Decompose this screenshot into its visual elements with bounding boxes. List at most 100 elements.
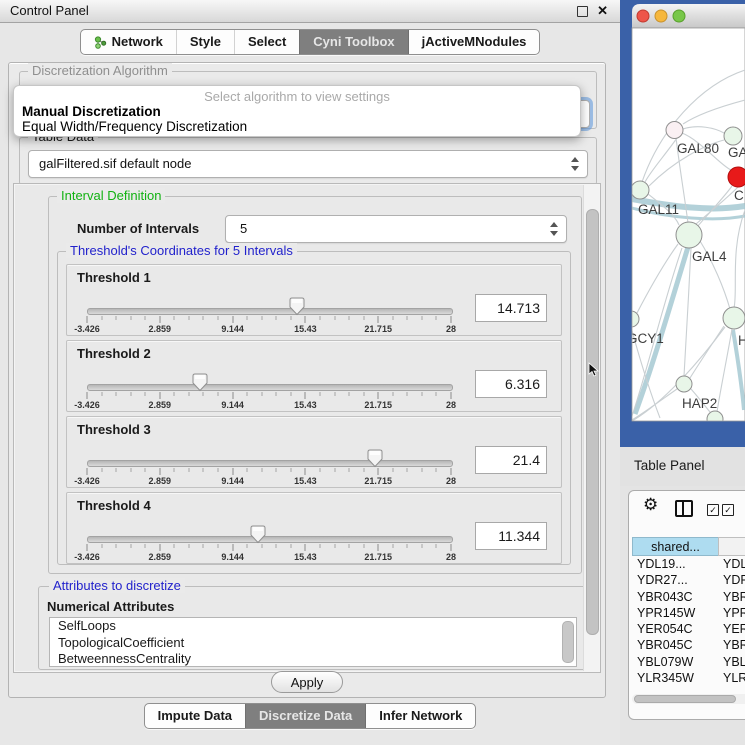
table-row[interactable]: YBR043CYBR0	[632, 589, 745, 605]
network-node-label: GCY1	[627, 331, 664, 346]
slider-tick-labels: -3.4262.8599.14415.4321.71528	[87, 476, 451, 486]
threshold-label: Threshold 3	[77, 422, 151, 437]
split-columns-icon[interactable]	[675, 500, 693, 517]
thresholds-group: Threshold's Coordinates for 5 Intervals …	[57, 251, 571, 565]
threshold-panel-1: Threshold 1 -3.4262.8599.14415.4321.71528…	[66, 264, 562, 336]
close-icon[interactable]: ✕	[597, 3, 608, 19]
application-window: Control Panel ✕ NetworkStyleSelectCyni T…	[0, 0, 745, 745]
tab-discretize-data[interactable]: Discretize Data	[245, 704, 365, 728]
column-header-name[interactable]: na	[718, 537, 745, 556]
column-header-shared-name[interactable]: shared...	[632, 537, 719, 556]
number-of-intervals-label: Number of Intervals	[77, 221, 199, 236]
network-node-label: H	[738, 333, 745, 348]
close-traffic-light[interactable]	[637, 10, 649, 22]
threshold-value-field[interactable]: 11.344	[475, 522, 547, 550]
control-panel: Control Panel ✕ NetworkStyleSelectCyni T…	[0, 0, 620, 745]
cyni-toolbox-panel: Discretization Algorithm Select algorith…	[8, 62, 606, 698]
network-view[interactable]: GAL80GACGAL11GAL4GCY1HHAP2	[620, 0, 745, 447]
tab-infer-network[interactable]: Infer Network	[365, 704, 475, 728]
dropdown-prompt-item[interactable]: Select algorithm to view settings	[14, 89, 580, 104]
attribute-list-item[interactable]: TopologicalCoefficient	[50, 635, 576, 652]
mouse-cursor	[588, 362, 600, 378]
checkbox-icon[interactable]: ✓	[722, 504, 734, 516]
table-row[interactable]: YDL19...YDL1	[632, 556, 745, 572]
table-data-group: Table Data galFiltered.sif default node	[19, 137, 597, 185]
tab-cyni-toolbox[interactable]: Cyni Toolbox	[299, 30, 407, 54]
network-node-gal4[interactable]	[676, 222, 702, 248]
algorithm-group-title: Discretization Algorithm	[28, 63, 172, 78]
threshold-panel-3: Threshold 3 -3.4262.8599.14415.4321.71528…	[66, 416, 562, 488]
scrollbar-thumb[interactable]	[634, 695, 736, 703]
network-node-c[interactable]	[728, 167, 745, 187]
table-panel-title: Table Panel	[634, 458, 705, 473]
network-icon	[94, 36, 107, 49]
top-tabs-segmented-control: NetworkStyleSelectCyni ToolboxjActiveMNo…	[80, 29, 541, 55]
table-horizontal-scrollbar[interactable]	[632, 694, 745, 704]
threshold-label: Threshold 2	[77, 346, 151, 361]
combo-arrows-icon	[571, 156, 580, 172]
slider-tick-labels: -3.4262.8599.14415.4321.71528	[87, 324, 451, 334]
slider-handle[interactable]	[367, 449, 383, 468]
threshold-label: Threshold 1	[77, 270, 151, 285]
tab-select[interactable]: Select	[234, 30, 299, 54]
slider-ticks	[87, 468, 451, 476]
table-data-combobox[interactable]: galFiltered.sif default node	[28, 150, 588, 178]
bottom-tabs-segmented-control: Impute DataDiscretize DataInfer Network	[144, 703, 477, 729]
tab-jactivemnodules[interactable]: jActiveMNodules	[408, 30, 540, 54]
slider-track[interactable]	[87, 308, 453, 315]
network-node-gal80[interactable]	[666, 122, 683, 139]
slider-handle[interactable]	[250, 525, 266, 544]
table-row[interactable]: YBR045CYBR0	[632, 637, 745, 653]
table-row[interactable]: YBL079WYBL0	[632, 654, 745, 670]
number-of-intervals-combobox[interactable]: 5	[225, 215, 567, 243]
threshold-panel-2: Threshold 2-3.4262.8599.14415.4321.71528…	[66, 340, 562, 412]
slider-handle[interactable]	[192, 373, 208, 392]
slider-track[interactable]	[87, 536, 453, 543]
table-panel-card: ⚙ ✓ ✓ shared... na YDL19...YDL1YDR27...Y…	[628, 490, 745, 720]
numerical-attributes-list[interactable]: SelfLoopsTopologicalCoefficientBetweenne…	[49, 617, 577, 667]
dropdown-option-manual[interactable]: Manual Discretization	[22, 104, 161, 119]
thresholds-group-title: Threshold's Coordinates for 5 Intervals	[66, 243, 297, 258]
panel-title: Control Panel	[10, 3, 89, 18]
table-panel-header: Table Panel	[620, 447, 745, 486]
network-node-label: GA	[728, 145, 745, 160]
table-row[interactable]: YPR145WYPR1	[632, 605, 745, 621]
network-node-h[interactable]	[723, 307, 745, 329]
dropdown-option-equal-width[interactable]: Equal Width/Frequency Discretization	[22, 119, 247, 134]
slider-ticks	[87, 316, 451, 324]
apply-button[interactable]: Apply	[271, 671, 343, 693]
table-row[interactable]: YDR27...YDR2	[632, 572, 745, 588]
network-node-ga[interactable]	[724, 127, 742, 145]
tab-network[interactable]: Network	[81, 30, 176, 54]
minimize-traffic-light[interactable]	[655, 10, 667, 22]
network-node-gal11[interactable]	[631, 181, 649, 199]
slider-track[interactable]	[87, 384, 453, 391]
table-rows: YDL19...YDL1YDR27...YDR2YBR043CYBR0YPR14…	[632, 556, 745, 686]
interval-definition-group: Interval Definition Number of Intervals …	[48, 196, 582, 574]
list-scrollbar-thumb[interactable]	[562, 621, 574, 663]
threshold-value-field[interactable]: 21.4	[475, 446, 547, 474]
table-row[interactable]: YER054CYER0	[632, 621, 745, 637]
network-node-hap2[interactable]	[676, 376, 692, 392]
threshold-panels: Threshold 1 -3.4262.8599.14415.4321.71528…	[58, 264, 562, 568]
slider-track[interactable]	[87, 460, 453, 467]
network-node-label: GAL80	[677, 141, 719, 156]
settings-vertical-scrollbar[interactable]	[583, 185, 599, 671]
zoom-traffic-light[interactable]	[673, 10, 685, 22]
attribute-list-item[interactable]: BetweennessCentrality	[50, 651, 576, 667]
attributes-group-title: Attributes to discretize	[49, 578, 185, 593]
bottom-tab-bar: Impute DataDiscretize DataInfer Network	[0, 703, 620, 729]
attribute-list-item[interactable]: SelfLoops	[50, 618, 576, 635]
network-node-label: GAL4	[692, 249, 727, 264]
threshold-value-field[interactable]: 14.713	[475, 294, 547, 322]
float-window-icon[interactable]	[577, 6, 588, 17]
scrollbar-thumb[interactable]	[586, 209, 599, 635]
right-side-region: GAL80GACGAL11GAL4GCY1HHAP2 Table Panel ⚙…	[620, 0, 745, 745]
gear-icon[interactable]: ⚙	[643, 495, 658, 515]
table-row[interactable]: YLR345WYLR3	[632, 670, 745, 686]
tab-style[interactable]: Style	[176, 30, 234, 54]
checkbox-icon[interactable]: ✓	[707, 504, 719, 516]
slider-handle[interactable]	[289, 297, 305, 316]
threshold-value-field[interactable]: 6.316	[475, 370, 547, 398]
tab-impute-data[interactable]: Impute Data	[145, 704, 245, 728]
